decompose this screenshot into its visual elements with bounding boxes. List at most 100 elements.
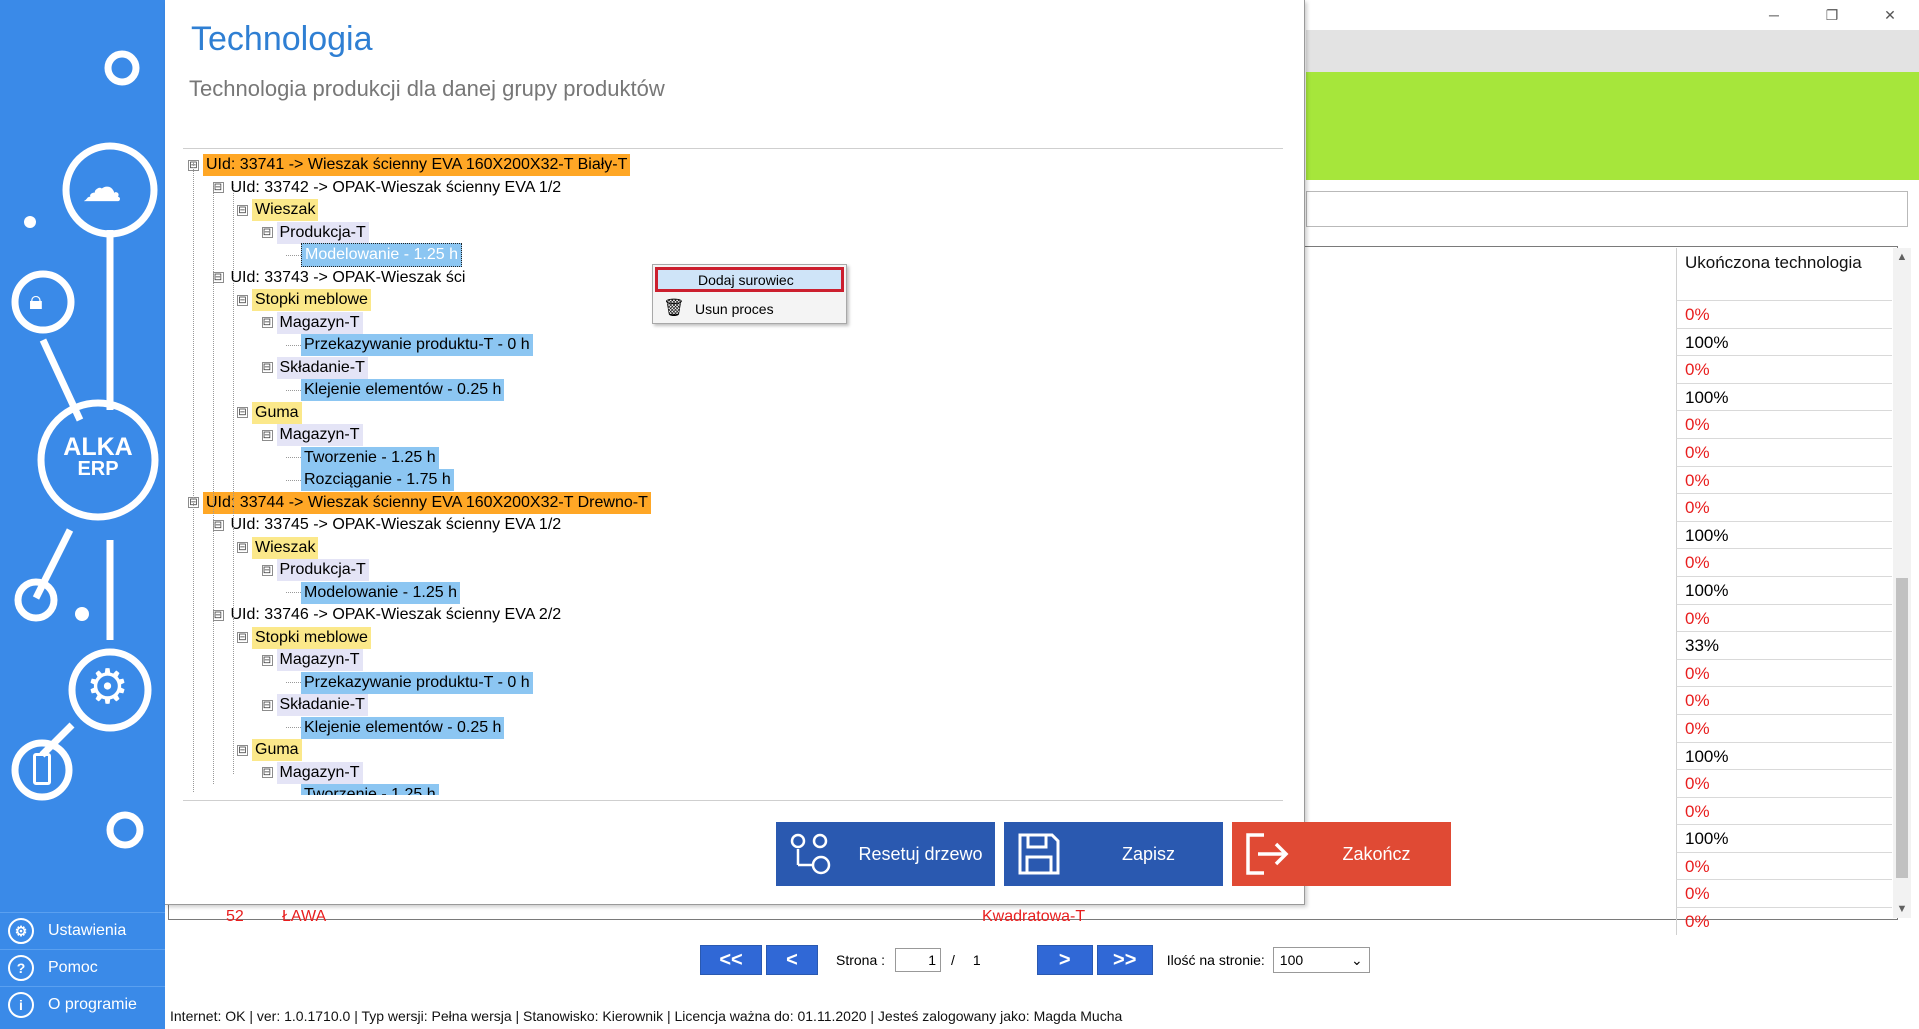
column-header-completed[interactable]: Ukończona technologia [1676, 248, 1892, 300]
tree-node[interactable]: Modelowanie - 1.25 h [286, 581, 460, 604]
collapse-icon[interactable]: ⊟ [237, 407, 248, 418]
completed-cell[interactable]: 100% [1676, 382, 1892, 411]
collapse-icon[interactable]: ⊟ [261, 227, 273, 238]
completed-cell[interactable]: 0% [1676, 907, 1892, 935]
reset-tree-button[interactable]: Resetuj drzewo [776, 822, 995, 886]
completed-cell[interactable]: 33% [1676, 631, 1892, 659]
tree-node-label: UId: 33743 -> OPAK-Wieszak ści [230, 268, 466, 286]
completed-cell[interactable]: 100% [1676, 824, 1892, 852]
tree-node[interactable]: ⊟ Składanie-T [261, 694, 368, 716]
tree-node[interactable]: ⊟ UId: 33741 -> Wieszak ścienny EVA 160X2… [188, 154, 631, 176]
tree-node[interactable]: ⊟ Magazyn-T [261, 311, 363, 334]
finish-button[interactable]: Zakończ [1232, 822, 1451, 886]
collapse-icon[interactable]: ⊟ [212, 519, 224, 531]
collapse-icon[interactable]: ⊟ [261, 699, 273, 711]
completed-cell[interactable]: 0% [1676, 603, 1892, 632]
collapse-icon[interactable]: ⊟ [212, 182, 224, 193]
tree-node[interactable]: ⊟ Magazyn-T [261, 761, 363, 784]
tree-node[interactable]: ⊟ Produkcja-T [261, 221, 369, 244]
completed-cell[interactable]: 0% [1676, 300, 1892, 328]
tree-node[interactable]: Przekazywanie produktu-T - 0 h [286, 334, 533, 356]
tree-node[interactable]: Przekazywanie produktu-T - 0 h [286, 671, 533, 694]
filter-input[interactable] [1306, 191, 1908, 227]
close-button[interactable]: ✕ [1861, 0, 1919, 30]
collapse-icon[interactable]: ⊟ [237, 632, 248, 643]
tree-node[interactable]: ⊟ Wieszak [237, 536, 319, 559]
technology-tree[interactable]: ⊟ UId: 33741 -> Wieszak ścienny EVA 160X2… [183, 150, 1283, 795]
collapse-icon[interactable]: ⊟ [237, 294, 248, 306]
tree-node[interactable]: ⊟ Magazyn-T [261, 424, 363, 446]
tree-node[interactable]: ⊟ Składanie-T [261, 356, 368, 379]
collapse-icon[interactable]: ⊟ [261, 564, 273, 576]
tree-node[interactable]: ⊟ UId: 33745 -> OPAK-Wieszak ścienny EVA … [212, 514, 565, 536]
collapse-icon[interactable]: ⊟ [212, 272, 224, 283]
tree-node[interactable]: ⊟ Guma [237, 401, 302, 424]
next-page-button[interactable]: > [1036, 945, 1093, 975]
per-page-select[interactable]: 100 ⌄ [1272, 947, 1370, 973]
tree-node[interactable]: Rozciąganie - 1.75 h [286, 469, 454, 491]
tree-node-label: Produkcja-T [276, 221, 369, 244]
tree-node[interactable]: Klejenie elementów - 0.25 h [286, 716, 505, 739]
completed-cell[interactable]: 0% [1676, 355, 1892, 383]
first-page-button[interactable]: << [700, 945, 762, 975]
tree-node[interactable]: Klejenie elementów - 0.25 h [286, 379, 505, 401]
tree-node-label: Stopki meblowe [252, 626, 371, 649]
collapse-icon[interactable]: ⊟ [261, 362, 273, 373]
tree-node[interactable]: ⊟ UId: 33744 -> Wieszak ścienny EVA 160X2… [188, 491, 651, 514]
tree-node[interactable]: Modelowanie - 1.25 h [286, 243, 462, 267]
collapse-icon[interactable]: ⊟ [237, 744, 248, 756]
collapse-icon[interactable]: ⊟ [212, 609, 224, 621]
collapse-icon[interactable]: ⊟ [261, 429, 273, 441]
collapse-icon[interactable]: ⊟ [261, 767, 273, 778]
collapse-icon[interactable]: ⊟ [261, 317, 273, 328]
save-button[interactable]: Zapisz [1004, 822, 1223, 886]
add-material-menu-item[interactable]: Dodaj surowiec [655, 267, 844, 292]
floppy-icon [1004, 822, 1074, 886]
completed-cell[interactable]: 0% [1676, 769, 1892, 797]
tree-node[interactable]: ⊟ Magazyn-T [261, 649, 363, 671]
completed-cell[interactable]: 0% [1676, 465, 1892, 494]
tree-node[interactable]: ⊟ Stopki meblowe [237, 626, 371, 649]
completed-cell[interactable]: 100% [1676, 575, 1892, 604]
completed-cell[interactable]: 0% [1676, 658, 1892, 687]
collapse-icon[interactable]: ⊟ [237, 204, 248, 216]
tree-node[interactable]: Tworzenie - 1.25 h [286, 446, 439, 469]
completed-cell[interactable]: 0% [1676, 796, 1892, 825]
sidebar-item-about[interactable]: i O programie [0, 986, 165, 1023]
collapse-icon[interactable]: ⊟ [261, 654, 273, 666]
completed-cell[interactable]: 0% [1676, 851, 1892, 880]
scroll-down-icon[interactable]: ▼ [1893, 900, 1911, 918]
completed-cell[interactable]: 0% [1676, 879, 1892, 908]
completed-cell[interactable]: 0% [1676, 410, 1892, 438]
prev-page-button[interactable]: < [766, 945, 818, 975]
tree-node[interactable]: ⊟ Stopki meblowe [237, 289, 371, 311]
completed-cell[interactable]: 0% [1676, 686, 1892, 714]
tree-node[interactable]: ⊟ UId: 33742 -> OPAK-Wieszak ścienny EVA … [212, 177, 565, 199]
tree-node[interactable]: ⊟ Guma [237, 739, 302, 761]
completed-cell[interactable]: 0% [1676, 713, 1892, 742]
sidebar-item-help[interactable]: ? Pomoc [0, 949, 165, 986]
tree-node-label: Przekazywanie produktu-T - 0 h [301, 334, 533, 356]
grid-scrollbar[interactable]: ▲ ▼ [1893, 248, 1911, 918]
collapse-icon[interactable]: ⊟ [237, 542, 248, 553]
page-input[interactable]: 1 [895, 948, 942, 972]
sidebar-item-settings[interactable]: ⚙ Ustawienia [0, 912, 165, 949]
completed-cell[interactable]: 0% [1676, 437, 1892, 466]
scroll-thumb[interactable] [1896, 578, 1908, 878]
tree-node[interactable]: ⊟ UId: 33743 -> OPAK-Wieszak ści [212, 267, 469, 289]
scroll-up-icon[interactable]: ▲ [1893, 248, 1911, 266]
tree-node[interactable]: ⊟ UId: 33746 -> OPAK-Wieszak ścienny EVA … [212, 604, 565, 626]
tree-node[interactable]: Tworzenie - 1.25 h [286, 784, 439, 795]
tree-node[interactable]: ⊟ Wieszak [237, 199, 319, 221]
minimize-button[interactable]: ─ [1745, 0, 1803, 30]
last-page-button[interactable]: >> [1096, 945, 1153, 975]
completed-cell[interactable]: 100% [1676, 520, 1892, 549]
tree-node[interactable]: ⊟ Produkcja-T [261, 559, 369, 581]
completed-cell[interactable]: 100% [1676, 327, 1892, 356]
restore-button[interactable]: ❐ [1803, 0, 1861, 30]
completed-cell[interactable]: 0% [1676, 493, 1892, 521]
completed-cell[interactable]: 100% [1676, 741, 1892, 770]
remove-process-menu-item[interactable]: 🗑 Usun proces [655, 296, 844, 321]
completed-cell[interactable]: 0% [1676, 548, 1892, 576]
tree-node-label: Tworzenie - 1.25 h [301, 446, 439, 469]
